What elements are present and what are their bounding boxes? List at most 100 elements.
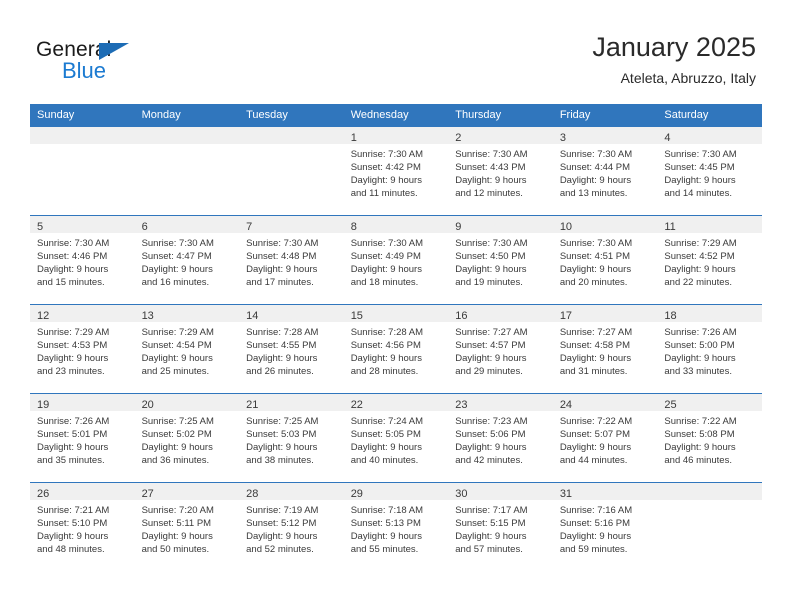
calendar-body: 1 Sunrise: 7:30 AM Sunset: 4:42 PM Daylight… <box>30 126 762 571</box>
day-number: 6 <box>141 221 148 233</box>
day-number: 19 <box>37 399 50 411</box>
sunrise-text: Sunrise: 7:17 AM <box>455 505 528 516</box>
sunrise-text: Sunrise: 7:28 AM <box>350 327 424 338</box>
day-cell[interactable]: 21 Sunrise: 7:25 AM Sunset: 5:03 PM Dayligh… <box>239 393 344 483</box>
day-cell-inner <box>239 127 344 215</box>
day-number-band: 19 <box>30 394 135 411</box>
day-number: 4 <box>664 132 671 144</box>
day-cell[interactable]: 14 Sunrise: 7:28 AM Sunset: 4:55 PM Dayligh… <box>239 304 344 394</box>
day-number-band: 31 <box>552 483 658 500</box>
day-cell[interactable]: 1 Sunrise: 7:30 AM Sunset: 4:42 PM Daylight… <box>343 126 449 216</box>
day-cell[interactable]: 30 Sunrise: 7:17 AM Sunset: 5:15 PM Dayligh… <box>448 482 553 571</box>
day-cell[interactable]: 9 Sunrise: 7:30 AM Sunset: 4:50 PM Daylight… <box>448 215 553 305</box>
day-number: 3 <box>559 132 566 144</box>
day-cell-inner: 31 Sunrise: 7:16 AM Sunset: 5:16 PM Dayligh… <box>552 483 658 571</box>
daylight-text: and 31 minutes. <box>559 366 628 377</box>
day-cell-details: Sunrise: 7:29 AM Sunset: 4:53 PM Daylight:… <box>30 322 135 378</box>
sunset-text: Sunset: 4:54 PM <box>141 340 212 351</box>
daylight-text: Daylight: 9 hours <box>246 442 318 453</box>
day-cell[interactable]: 12 Sunrise: 7:29 AM Sunset: 4:53 PM Dayligh… <box>30 304 135 394</box>
day-cell-inner: 30 Sunrise: 7:17 AM Sunset: 5:15 PM Dayligh… <box>448 483 553 571</box>
day-number: 10 <box>559 221 573 233</box>
day-cell-inner: 15 Sunrise: 7:28 AM Sunset: 4:56 PM Dayligh… <box>343 305 449 393</box>
day-number-band: 2 <box>448 127 553 144</box>
day-cell-empty <box>239 126 344 216</box>
day-cell[interactable]: 4 Sunrise: 7:30 AM Sunset: 4:45 PM Daylight… <box>657 126 762 216</box>
day-number: 18 <box>664 310 677 322</box>
daylight-text: and 16 minutes. <box>141 277 210 288</box>
sunrise-text: Sunrise: 7:16 AM <box>559 505 633 516</box>
day-cell[interactable]: 10 Sunrise: 7:30 AM Sunset: 4:51 PM Dayligh… <box>552 215 658 305</box>
daylight-text: and 46 minutes. <box>664 455 732 466</box>
day-cell[interactable]: 5 Sunrise: 7:30 AM Sunset: 4:46 PM Daylight… <box>30 215 135 305</box>
day-number-band: 11 <box>657 216 762 233</box>
page-subtitle: Ateleta, Abruzzo, Italy <box>620 70 756 86</box>
sunrise-text: Sunrise: 7:29 AM <box>37 327 110 338</box>
day-cell-details: Sunrise: 7:23 AM Sunset: 5:06 PM Daylight:… <box>448 411 553 467</box>
daylight-text: Daylight: 9 hours <box>141 531 213 542</box>
day-cell[interactable]: 29 Sunrise: 7:18 AM Sunset: 5:13 PM Dayligh… <box>343 482 449 571</box>
day-cell-inner: 4 Sunrise: 7:30 AM Sunset: 4:45 PM Daylight… <box>657 127 762 215</box>
day-cell[interactable]: 11 Sunrise: 7:29 AM Sunset: 4:52 PM Dayligh… <box>657 215 762 305</box>
sunset-text: Sunset: 4:44 PM <box>559 162 631 173</box>
day-number: 2 <box>455 132 462 144</box>
day-number: 5 <box>37 221 44 233</box>
day-cell[interactable]: 31 Sunrise: 7:16 AM Sunset: 5:16 PM Dayligh… <box>552 482 658 571</box>
daylight-text: Daylight: 9 hours <box>664 442 736 453</box>
sunrise-text: Sunrise: 7:27 AM <box>559 327 633 338</box>
day-cell[interactable]: 24 Sunrise: 7:22 AM Sunset: 5:07 PM Dayligh… <box>552 393 658 483</box>
day-cell[interactable]: 19 Sunrise: 7:26 AM Sunset: 5:01 PM Dayligh… <box>30 393 135 483</box>
day-number: 30 <box>455 488 468 500</box>
day-cell[interactable]: 18 Sunrise: 7:26 AM Sunset: 5:00 PM Dayligh… <box>657 304 762 394</box>
weekday-header-thursday: Thursday <box>448 104 553 127</box>
brand-logo[interactable]: General Blue <box>36 38 216 86</box>
sunset-text: Sunset: 5:15 PM <box>455 518 526 529</box>
day-cell-details: Sunrise: 7:22 AM Sunset: 5:08 PM Daylight:… <box>657 411 762 467</box>
sunrise-text: Sunrise: 7:25 AM <box>246 416 319 427</box>
day-cell-inner: 9 Sunrise: 7:30 AM Sunset: 4:50 PM Daylight… <box>448 216 553 304</box>
day-cell[interactable]: 13 Sunrise: 7:29 AM Sunset: 4:54 PM Dayligh… <box>134 304 240 394</box>
sunset-text: Sunset: 4:47 PM <box>141 251 212 262</box>
sunset-text: Sunset: 4:50 PM <box>455 251 526 262</box>
day-cell[interactable]: 23 Sunrise: 7:23 AM Sunset: 5:06 PM Dayligh… <box>448 393 553 483</box>
day-number: 26 <box>37 488 50 500</box>
sunset-text: Sunset: 5:12 PM <box>246 518 317 529</box>
day-number: 27 <box>141 488 154 500</box>
day-cell[interactable]: 20 Sunrise: 7:25 AM Sunset: 5:02 PM Dayligh… <box>134 393 240 483</box>
daylight-text: Daylight: 9 hours <box>664 264 736 275</box>
day-cell[interactable]: 28 Sunrise: 7:19 AM Sunset: 5:12 PM Dayligh… <box>239 482 344 571</box>
sunrise-text: Sunrise: 7:30 AM <box>455 238 528 249</box>
sunset-text: Sunset: 5:11 PM <box>141 518 212 529</box>
day-cell[interactable]: 17 Sunrise: 7:27 AM Sunset: 4:58 PM Dayligh… <box>552 304 658 394</box>
daylight-text: Daylight: 9 hours <box>246 264 318 275</box>
day-cell[interactable]: 2 Sunrise: 7:30 AM Sunset: 4:43 PM Daylight… <box>448 126 553 216</box>
day-cell[interactable]: 8 Sunrise: 7:30 AM Sunset: 4:49 PM Daylight… <box>343 215 449 305</box>
day-number: 9 <box>455 221 462 233</box>
day-cell[interactable]: 3 Sunrise: 7:30 AM Sunset: 4:44 PM Daylight… <box>552 126 658 216</box>
day-number-band: 25 <box>657 394 762 411</box>
sunset-text: Sunset: 4:43 PM <box>455 162 526 173</box>
sunset-text: Sunset: 5:08 PM <box>664 429 735 440</box>
day-cell[interactable]: 7 Sunrise: 7:30 AM Sunset: 4:48 PM Daylight… <box>239 215 344 305</box>
day-cell[interactable]: 16 Sunrise: 7:27 AM Sunset: 4:57 PM Dayligh… <box>448 304 553 394</box>
day-cell[interactable]: 26 Sunrise: 7:21 AM Sunset: 5:10 PM Dayligh… <box>30 482 135 571</box>
daylight-text: and 11 minutes. <box>350 188 418 199</box>
day-cell-inner: 12 Sunrise: 7:29 AM Sunset: 4:53 PM Dayligh… <box>30 305 135 393</box>
sunrise-text: Sunrise: 7:24 AM <box>350 416 424 427</box>
sunset-text: Sunset: 5:02 PM <box>141 429 212 440</box>
sunset-text: Sunset: 5:16 PM <box>559 518 631 529</box>
daylight-text: and 55 minutes. <box>350 544 419 555</box>
sunrise-text: Sunrise: 7:22 AM <box>664 416 737 427</box>
daylight-text: Daylight: 9 hours <box>350 531 422 542</box>
day-cell-inner: 25 Sunrise: 7:22 AM Sunset: 5:08 PM Dayligh… <box>657 394 762 482</box>
day-cell[interactable]: 15 Sunrise: 7:28 AM Sunset: 4:56 PM Dayligh… <box>343 304 449 394</box>
day-cell[interactable]: 6 Sunrise: 7:30 AM Sunset: 4:47 PM Daylight… <box>134 215 240 305</box>
day-cell[interactable]: 27 Sunrise: 7:20 AM Sunset: 5:11 PM Dayligh… <box>134 482 240 571</box>
day-cell-details: Sunrise: 7:30 AM Sunset: 4:48 PM Daylight:… <box>239 233 344 289</box>
day-cell[interactable]: 22 Sunrise: 7:24 AM Sunset: 5:05 PM Dayligh… <box>343 393 449 483</box>
day-number-band <box>134 127 240 144</box>
day-cell-inner: 3 Sunrise: 7:30 AM Sunset: 4:44 PM Daylight… <box>552 127 658 215</box>
day-number: 31 <box>559 488 573 500</box>
sunrise-text: Sunrise: 7:28 AM <box>246 327 319 338</box>
day-cell[interactable]: 25 Sunrise: 7:22 AM Sunset: 5:08 PM Dayligh… <box>657 393 762 483</box>
